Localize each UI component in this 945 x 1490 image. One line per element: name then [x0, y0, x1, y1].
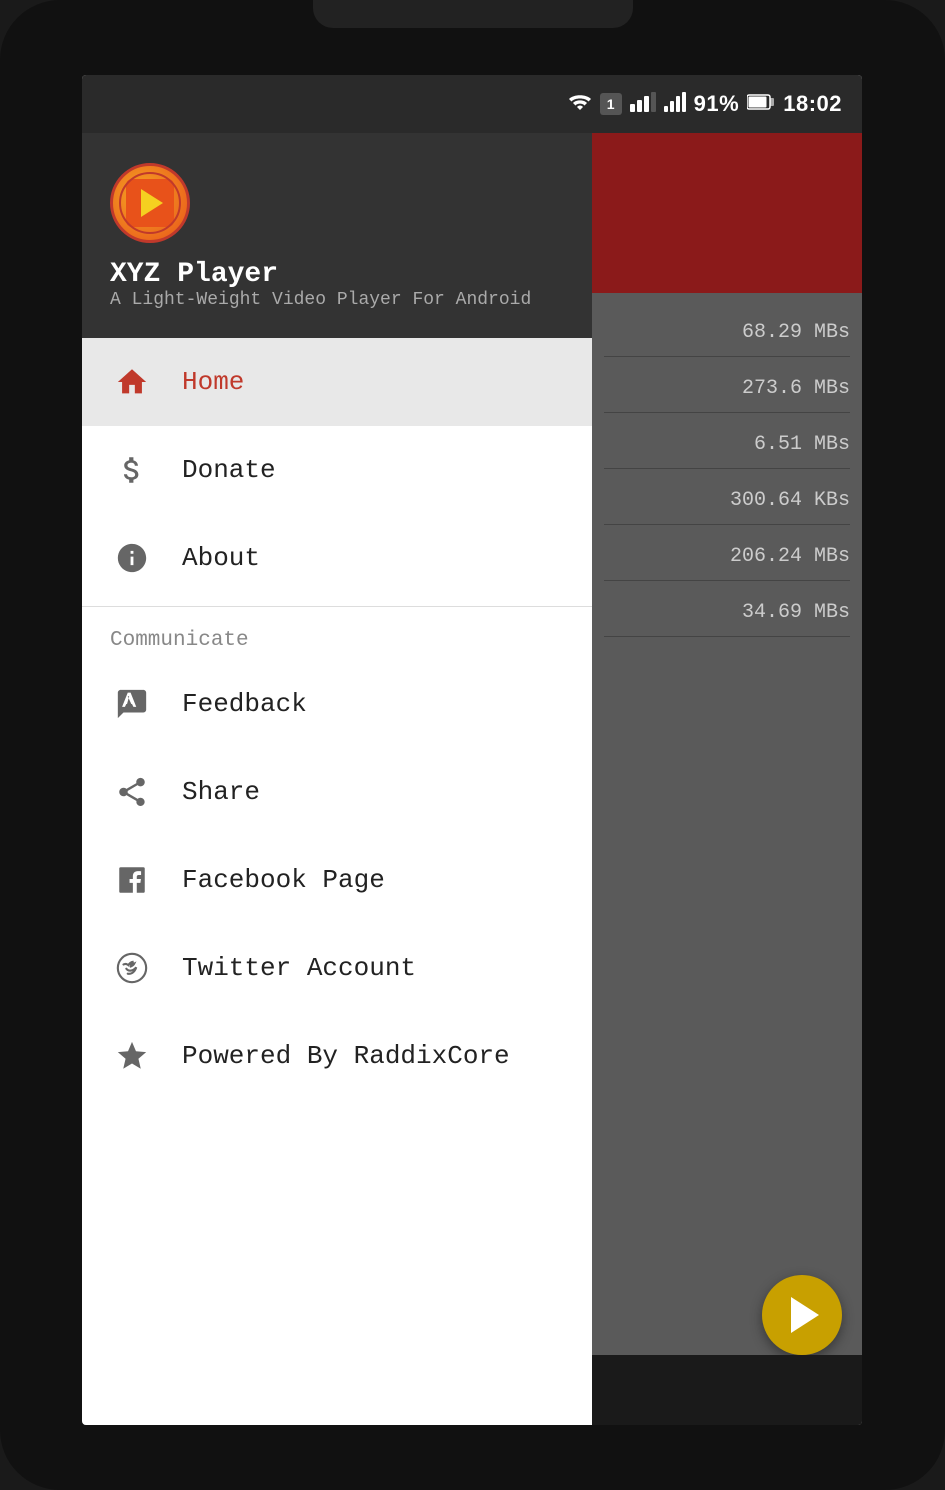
file-size-5: 206.24 MBs — [604, 533, 850, 581]
battery-icon — [747, 93, 775, 116]
home-icon — [110, 360, 154, 404]
notch — [313, 0, 633, 28]
status-icons: 1 — [568, 91, 842, 117]
star-icon — [110, 1034, 154, 1078]
signal-box-icon: 1 — [600, 93, 622, 115]
file-size-6: 34.69 MBs — [604, 589, 850, 637]
facebook-icon — [110, 858, 154, 902]
dollar-icon — [110, 448, 154, 492]
right-panel-top — [592, 133, 862, 293]
menu-item-facebook[interactable]: Facebook Page — [82, 836, 592, 924]
donate-label: Donate — [182, 455, 276, 485]
fab-play-button[interactable] — [762, 1275, 842, 1355]
menu-item-share[interactable]: Share — [82, 748, 592, 836]
file-size-2: 273.6 MBs — [604, 365, 850, 413]
fab-play-icon — [791, 1297, 819, 1333]
feedback-label: Feedback — [182, 689, 307, 719]
drawer-menu: Home Donate — [82, 338, 592, 1425]
app-info: XYZ Player A Light-Weight Video Player F… — [110, 259, 564, 310]
communicate-section-header: Communicate — [82, 611, 592, 660]
phone-frame: 1 — [0, 0, 945, 1490]
app-name: XYZ Player — [110, 259, 564, 290]
lte-bars-icon — [664, 92, 686, 117]
menu-item-feedback[interactable]: Feedback — [82, 660, 592, 748]
file-size-4: 300.64 KBs — [604, 477, 850, 525]
phone-screen: 1 — [82, 75, 862, 1425]
file-size-1: 68.29 MBs — [604, 309, 850, 357]
info-icon — [110, 536, 154, 580]
right-panel: 68.29 MBs 273.6 MBs 6.51 MBs 300.64 KBs … — [592, 133, 862, 1425]
app-subtitle: A Light-Weight Video Player For Android — [110, 290, 564, 310]
share-icon — [110, 770, 154, 814]
wifi-icon — [568, 92, 592, 117]
menu-item-twitter[interactable]: Twitter Account — [82, 924, 592, 1012]
twitter-label: Twitter Account — [182, 953, 416, 983]
menu-item-donate[interactable]: Donate — [82, 426, 592, 514]
app-logo — [110, 163, 190, 243]
powered-label: Powered By RaddixCore — [182, 1041, 510, 1071]
menu-item-powered[interactable]: Powered By RaddixCore — [82, 1012, 592, 1100]
film-strips-decoration — [119, 172, 181, 234]
file-size-3: 6.51 MBs — [604, 421, 850, 469]
time-display: 18:02 — [783, 91, 842, 117]
share-label: Share — [182, 777, 260, 807]
facebook-label: Facebook Page — [182, 865, 385, 895]
main-content: XYZ Player A Light-Weight Video Player F… — [82, 133, 862, 1425]
feedback-icon — [110, 682, 154, 726]
about-label: About — [182, 543, 260, 573]
signal-bars-icon — [630, 92, 656, 117]
battery-percent: 91% — [694, 91, 740, 117]
section-divider — [82, 606, 592, 607]
drawer-header: XYZ Player A Light-Weight Video Player F… — [82, 133, 592, 338]
drawer: XYZ Player A Light-Weight Video Player F… — [82, 133, 592, 1425]
menu-item-home[interactable]: Home — [82, 338, 592, 426]
twitter-icon — [110, 946, 154, 990]
right-panel-content: 68.29 MBs 273.6 MBs 6.51 MBs 300.64 KBs … — [592, 293, 862, 1425]
home-label: Home — [182, 367, 244, 397]
status-bar: 1 — [82, 75, 862, 133]
menu-item-about[interactable]: About — [82, 514, 592, 602]
